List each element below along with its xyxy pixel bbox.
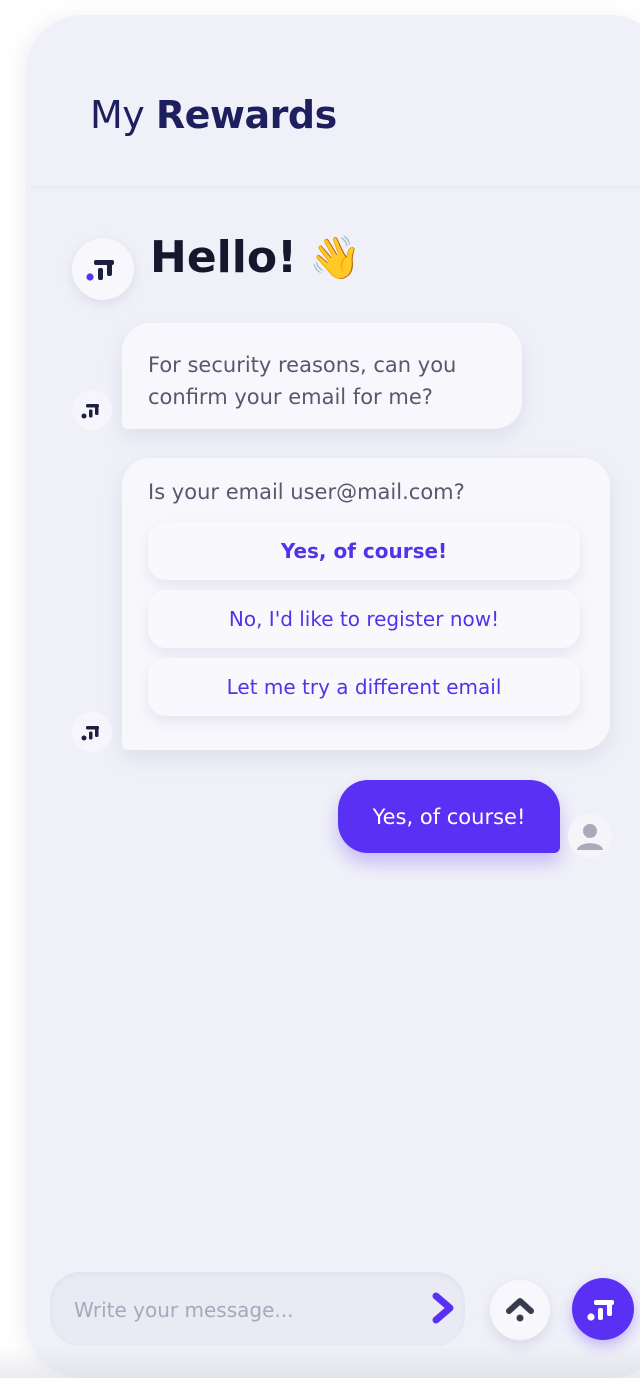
option-yes-button[interactable]: Yes, of course! <box>148 522 580 580</box>
bottom-shadow <box>0 1346 640 1378</box>
message-input[interactable] <box>72 1272 416 1348</box>
brand-logo-icon <box>81 404 99 419</box>
user-message: Yes, of course! <box>338 780 560 853</box>
title-part-rewards: Rewards <box>155 93 337 137</box>
brand-menu-button[interactable] <box>572 1278 634 1340</box>
bot-message-email-confirm: Is your email user@mail.com? Yes, of cou… <box>122 458 610 750</box>
send-chevron-icon <box>432 1292 454 1324</box>
page-title: My Rewards <box>90 93 337 137</box>
option-register-button[interactable]: No, I'd like to register now! <box>148 590 580 648</box>
brand-logo-icon <box>587 1300 614 1321</box>
bot-message-line-1: For security reasons, can you <box>148 353 457 377</box>
greeting-heading: Hello! 👋 <box>150 232 361 283</box>
scroll-up-button[interactable] <box>490 1280 550 1340</box>
greeting-text: Hello! <box>150 232 298 283</box>
bot-avatar-small <box>72 390 112 430</box>
bot-avatar-small <box>72 712 112 752</box>
header-divider <box>30 186 640 192</box>
waving-hand-icon: 👋 <box>309 232 362 282</box>
brand-logo-icon <box>81 726 99 741</box>
chevron-up-icon <box>506 1298 534 1322</box>
message-composer <box>50 1272 465 1348</box>
bot-message-text: For security reasons, can you confirm yo… <box>148 349 456 413</box>
bot-message-security: For security reasons, can you confirm yo… <box>122 323 522 429</box>
title-part-my: My <box>90 93 145 137</box>
option-different-email-button[interactable]: Let me try a different email <box>148 658 580 716</box>
bot-avatar-large <box>72 238 134 300</box>
brand-logo-icon <box>86 260 114 281</box>
bot-message-line-2: confirm your email for me? <box>148 385 433 409</box>
user-avatar-icon <box>577 824 603 850</box>
user-avatar <box>568 814 612 858</box>
email-question: Is your email user@mail.com? <box>148 480 465 504</box>
send-button[interactable] <box>428 1288 460 1328</box>
